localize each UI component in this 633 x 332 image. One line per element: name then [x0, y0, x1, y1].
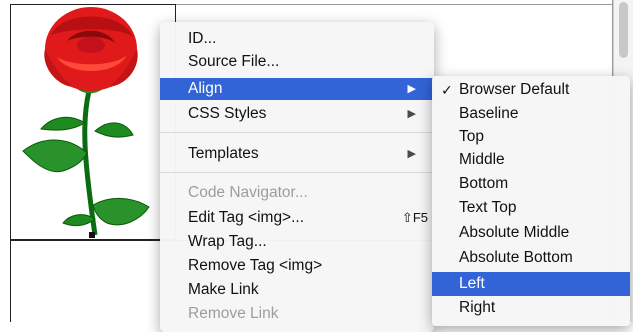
align-option-text-top[interactable]: Text Top [432, 196, 630, 220]
align-option-label: Browser Default [459, 81, 570, 98]
align-option-label: Left [459, 275, 485, 292]
menu-item-label: Source File... [188, 53, 280, 70]
align-option-middle[interactable]: Middle [432, 148, 630, 172]
align-option-right[interactable]: Right [432, 296, 630, 320]
align-option-top[interactable]: Top [432, 125, 630, 149]
menu-item-label: Wrap Tag... [188, 233, 267, 250]
menu-item-align[interactable]: Align ▶ [160, 78, 434, 100]
align-option-absolute-middle[interactable]: Absolute Middle [432, 221, 630, 245]
menu-item-wrap-tag[interactable]: Wrap Tag... [160, 231, 434, 253]
menu-item-edit-tag[interactable]: Edit Tag <img>... ⇧F5 [160, 207, 434, 229]
menu-item-label: ID... [188, 30, 217, 47]
submenu-arrow-icon: ▶ [407, 148, 416, 160]
menu-item-source-file[interactable]: Source File... [160, 51, 434, 73]
menu-item-label: Code Navigator... [188, 184, 308, 201]
menu-separator [160, 132, 434, 133]
align-option-label: Right [459, 299, 496, 316]
align-option-label: Top [459, 128, 484, 145]
submenu-arrow-icon: ▶ [407, 83, 416, 95]
menu-item-remove-tag[interactable]: Remove Tag <img> [160, 255, 434, 277]
align-option-label: Baseline [459, 105, 519, 122]
shortcut-label: ⇧F5 [401, 210, 428, 225]
align-option-label: Absolute Bottom [459, 249, 573, 266]
menu-item-label: Remove Tag <img> [188, 257, 323, 274]
submenu-arrow-icon: ▶ [407, 108, 416, 120]
menu-item-label: Remove Link [188, 305, 279, 322]
rose-image[interactable] [10, 4, 176, 240]
menu-item-label: Templates [188, 145, 259, 162]
scroll-thumb[interactable] [619, 2, 628, 58]
align-option-label: Middle [459, 151, 505, 168]
rose-graphic [22, 7, 150, 236]
menu-item-code-navigator: Code Navigator... [160, 182, 434, 204]
resize-handle[interactable] [89, 232, 95, 238]
menu-item-label: Make Link [188, 281, 259, 298]
align-submenu: ✓ Browser Default Baseline Top Middle Bo… [432, 76, 630, 326]
checkmark-icon: ✓ [441, 82, 453, 98]
align-option-label: Text Top [459, 199, 517, 216]
menu-item-css-styles[interactable]: CSS Styles ▶ [160, 103, 434, 125]
align-option-label: Absolute Middle [459, 224, 570, 241]
menu-item-templates[interactable]: Templates ▶ [160, 143, 434, 165]
align-option-absolute-bottom[interactable]: Absolute Bottom [432, 246, 630, 270]
align-option-left[interactable]: Left [432, 272, 630, 296]
menu-separator [160, 172, 434, 173]
context-menu: ID... Source File... Align ▶ CSS Styles … [160, 22, 434, 332]
menu-item-make-link[interactable]: Make Link [160, 279, 434, 301]
table-border-top [176, 4, 612, 5]
align-option-baseline[interactable]: Baseline [432, 102, 630, 126]
align-option-browser-default[interactable]: ✓ Browser Default [432, 78, 630, 102]
align-option-bottom[interactable]: Bottom [432, 172, 630, 196]
align-option-label: Bottom [459, 175, 509, 192]
menu-item-id[interactable]: ID... [160, 28, 434, 50]
menu-item-label: Edit Tag <img>... [188, 209, 305, 226]
menu-item-label: Align [188, 80, 223, 97]
menu-item-label: CSS Styles [188, 105, 267, 122]
